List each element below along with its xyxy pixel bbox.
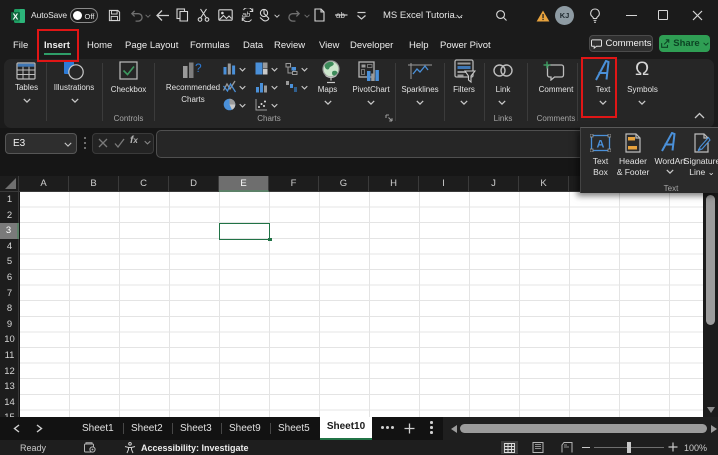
svg-text:?: ? — [195, 61, 202, 75]
svg-text:A: A — [597, 139, 605, 151]
